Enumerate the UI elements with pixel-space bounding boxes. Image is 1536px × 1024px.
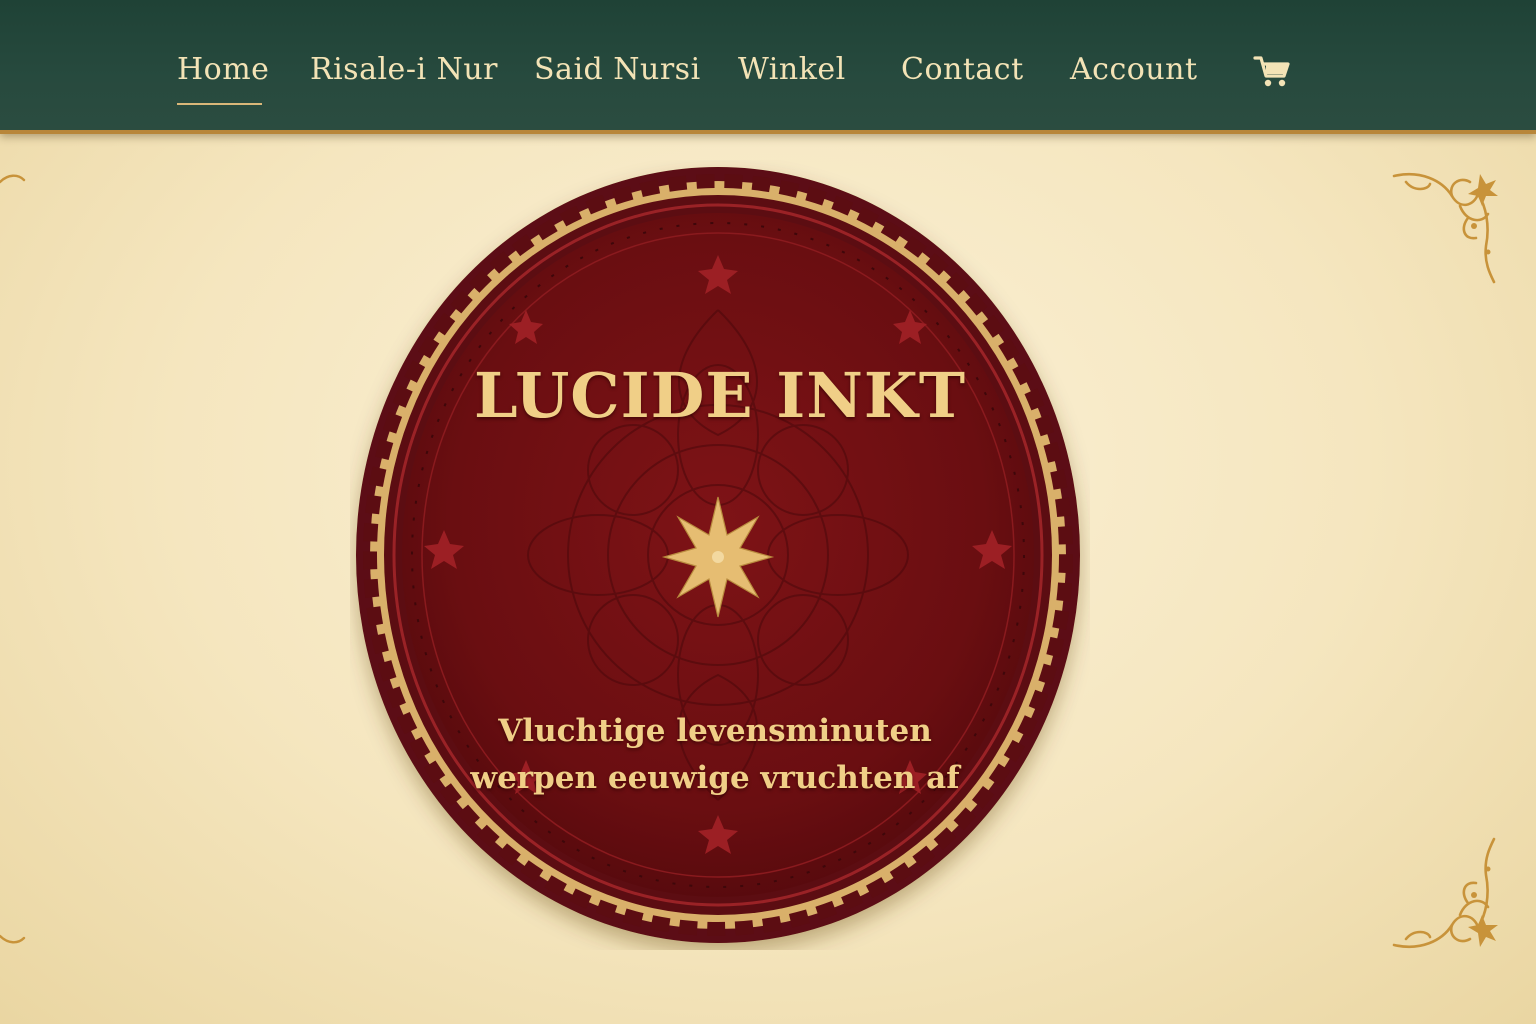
page: Home Risale-i Nur Said Nursi Winkel Cont… [0,0,1536,1024]
shopping-cart-icon[interactable] [1253,52,1293,90]
nav-item-home[interactable]: Home [177,50,269,90]
edge-ornament-top-left [0,174,26,184]
active-nav-indicator [177,103,262,105]
hero-seal [356,167,1080,943]
nav-item-winkel[interactable]: Winkel [738,50,846,90]
corner-ornament-top-right [1392,172,1498,284]
nav-item-risale-i-nur[interactable]: Risale-i Nur [310,50,498,90]
corner-ornament-bottom-right [1392,837,1498,949]
nav-item-said-nursi[interactable]: Said Nursi [534,50,701,90]
main-navigation: Home Risale-i Nur Said Nursi Winkel Cont… [0,0,1536,134]
hero-tagline-line-1: Vluchtige levensminuten [498,713,932,749]
hero-tagline: Vluchtige levensminuten werpen eeuwige v… [400,708,1030,802]
nav-item-account[interactable]: Account [1070,50,1198,90]
hero-tagline-line-2: werpen eeuwige vruchten af [470,760,960,796]
edge-ornament-bottom-left [0,934,26,944]
nav-item-contact[interactable]: Contact [901,50,1024,90]
hero-title: LUCIDE INKT [474,359,966,432]
